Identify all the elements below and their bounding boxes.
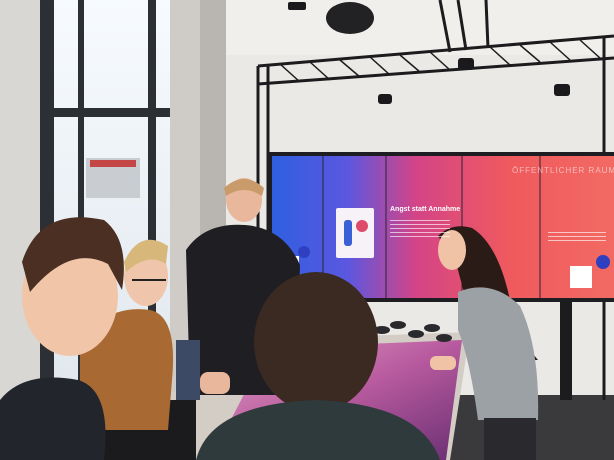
wall-body-text-right bbox=[548, 232, 606, 244]
ceiling-lamp bbox=[554, 84, 570, 96]
wall-illustration-person bbox=[344, 220, 352, 246]
wall-icon-badge bbox=[298, 246, 310, 258]
wall-heading-right: ÖFFENTLICHER RAUM bbox=[512, 166, 614, 175]
ceiling-lamp bbox=[378, 94, 392, 104]
ceiling-lamp bbox=[288, 2, 306, 10]
outside-sign bbox=[90, 160, 136, 167]
window-frame bbox=[40, 0, 54, 420]
photo-frame: Angst statt Annahme ÖFFENTLICHER RAUM bbox=[0, 0, 614, 460]
wall-body-text bbox=[390, 220, 450, 240]
scene-illustration bbox=[0, 0, 614, 460]
wall-illustration-heart bbox=[356, 220, 368, 232]
qr-code-right bbox=[570, 266, 592, 288]
wall-illustration-card bbox=[336, 208, 374, 258]
floor-pedestal bbox=[560, 300, 572, 400]
window-transom bbox=[40, 108, 170, 117]
wall-icon-badge bbox=[596, 255, 610, 269]
speaker bbox=[326, 2, 374, 34]
ceiling-lamp bbox=[458, 58, 474, 70]
wall-heading: Angst statt Annahme bbox=[390, 206, 461, 213]
